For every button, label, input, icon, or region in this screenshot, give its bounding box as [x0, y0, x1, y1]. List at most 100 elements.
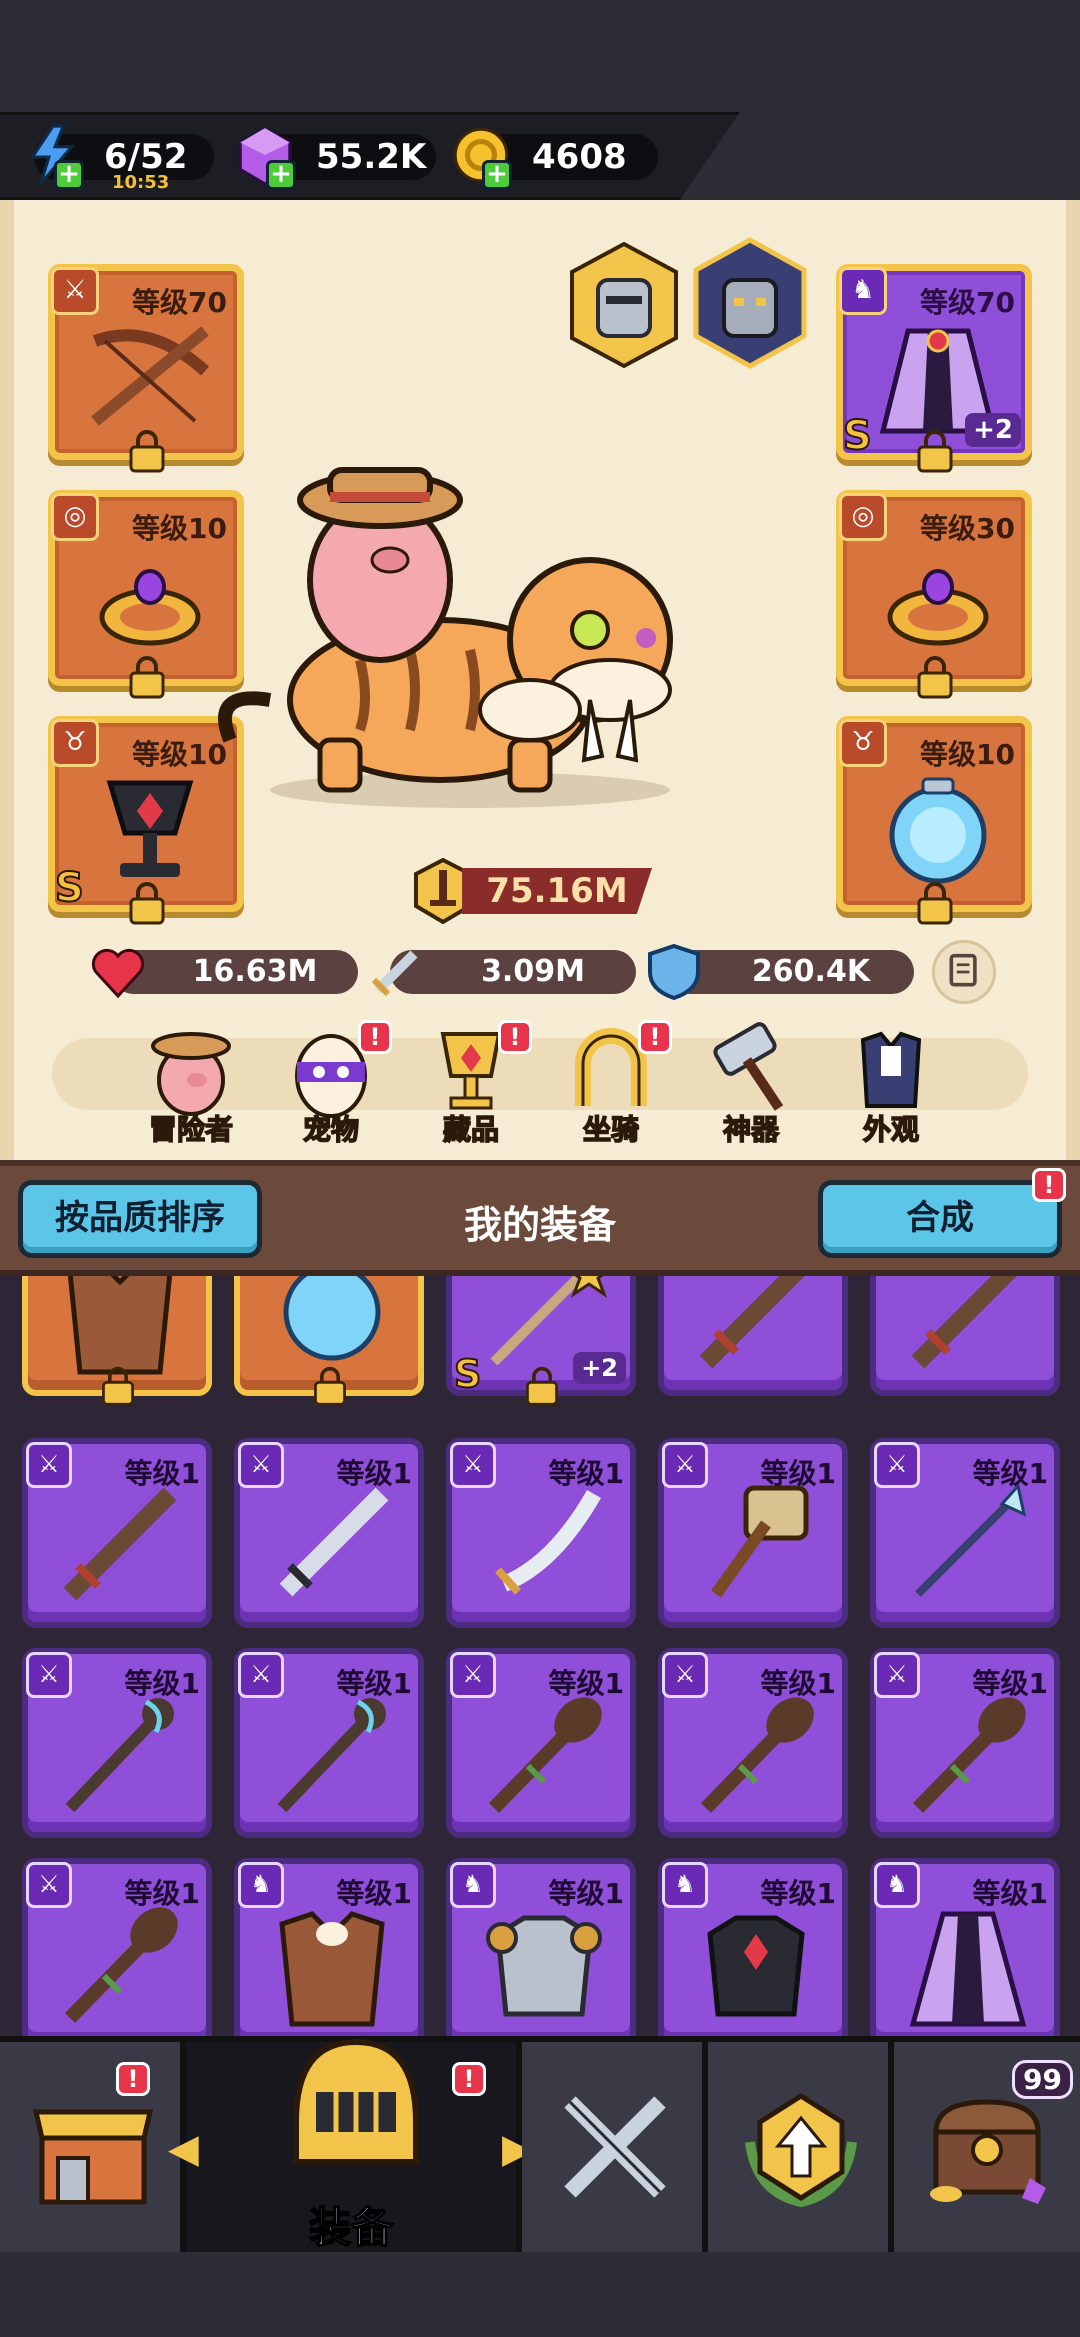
sort-by-quality-button[interactable]: 按品质排序	[18, 1180, 262, 1258]
grade-badge: S	[842, 412, 873, 460]
shield-icon	[648, 943, 700, 1001]
blue-staff-icon	[277, 1698, 386, 1813]
inventory-item[interactable]: ⚔ 等级1	[22, 1438, 212, 1628]
club-icon	[912, 1697, 1026, 1813]
add-gold-icon[interactable]: +	[482, 160, 512, 190]
saber-icon	[495, 1490, 601, 1595]
chest-count-badge: 99	[1012, 2060, 1073, 2099]
inventory-item[interactable]: ⚔ 等级1	[234, 1438, 424, 1628]
club-icon	[64, 1907, 178, 2023]
inventory-item[interactable]: ♞ 等级1	[234, 1858, 424, 2036]
inventory-item[interactable]: ♞ 等级1	[446, 1858, 636, 2036]
tab-label: 神器	[722, 1112, 780, 1147]
brown-armor-icon	[279, 1911, 385, 2027]
sword-type-icon: ⚔	[51, 267, 99, 315]
defense-value: 260.4K	[751, 954, 871, 989]
alert-badge: !	[116, 2062, 150, 2096]
nav-battle[interactable]	[522, 2042, 708, 2252]
inventory-item[interactable]: ♞ 等级1	[658, 1858, 848, 2036]
inventory-item[interactable]: ⚔ 等级1	[658, 1438, 848, 1628]
amulet-type-icon: ♉	[839, 719, 887, 767]
status-bar	[0, 0, 1080, 112]
stat-hp: 16.63M	[91, 948, 358, 999]
resource-bar-slant	[680, 112, 1080, 200]
hammer-icon	[711, 1485, 809, 1598]
inventory-item[interactable]: ⚔ 等级1	[870, 1648, 1060, 1838]
ring-icon	[887, 569, 989, 646]
inventory-item[interactable]	[234, 1276, 424, 1406]
inventory-item[interactable]: ⚔ 等级1	[446, 1648, 636, 1838]
inventory-item[interactable]	[658, 1276, 848, 1396]
grade-badge: S	[54, 864, 85, 912]
blue-orb-icon	[889, 777, 987, 884]
cloak-icon	[909, 1911, 1027, 2027]
hero-on-tiger-mount	[218, 467, 673, 808]
nav-equipment-label: 装备	[308, 2202, 394, 2253]
treasure-chest-icon	[930, 2099, 1046, 2204]
pharaoh-badge-icon[interactable]	[690, 236, 810, 370]
power-value: 75.16M	[462, 868, 652, 914]
grade-badge: S	[453, 1351, 482, 1397]
pig-hero-icon	[151, 1032, 231, 1116]
knight-badge-icon[interactable]	[566, 240, 682, 370]
inventory-item[interactable]: ⚔ 等级1	[658, 1648, 848, 1838]
upgrade-plus-badge: +2	[965, 413, 1021, 447]
nav-equipment[interactable]: ◀ ! ▶ 装备	[168, 2038, 533, 2253]
tab-label: 坐骑	[582, 1112, 640, 1147]
equip-slot-weapon[interactable]: ⚔ 等级70	[48, 264, 244, 473]
alert-badge: !	[638, 1020, 672, 1054]
upgrade-arrow-icon	[745, 2093, 857, 2208]
nav-chest[interactable]: 99	[894, 2042, 1080, 2252]
ring-type-icon: ◎	[839, 493, 887, 541]
crossbow-icon	[91, 326, 210, 426]
combat-power: 75.16M	[412, 858, 656, 924]
gem-counter[interactable]: + 55.2K	[238, 126, 436, 190]
tab-adventurer[interactable]: 冒险者	[136, 1020, 246, 1148]
tab-artifact[interactable]: 神器	[696, 1020, 806, 1148]
equipment-inventory[interactable]: S +2 ⚔ 等级1 ⚔ 等级1 ⚔ 等级1 ⚔ 等级1 ⚔ 等级1 ⚔ 等级1…	[0, 1276, 1080, 2036]
equip-slot-ring-2[interactable]: ◎ 等级30	[836, 490, 1032, 699]
inventory-item[interactable]: ⚔ 等级1	[870, 1438, 1060, 1628]
chalice-icon	[106, 780, 194, 877]
heart-icon	[91, 948, 145, 999]
energy-timer: 10:53	[112, 172, 170, 193]
club-icon	[700, 1697, 814, 1813]
merge-button[interactable]: 合成	[818, 1180, 1062, 1258]
tab-label: 宠物	[302, 1112, 360, 1147]
tab-pet[interactable]: 宠物 !	[276, 1020, 392, 1148]
tab-label: 藏品	[442, 1112, 500, 1147]
add-energy-icon[interactable]: +	[54, 160, 84, 190]
inventory-item[interactable]	[22, 1276, 212, 1406]
nav-shop[interactable]: !	[0, 2042, 186, 2252]
inventory-item[interactable]: ⚔ 等级1	[446, 1438, 636, 1628]
outfit-icon	[860, 1031, 922, 1108]
inventory-item[interactable]: ⚔ 等级1	[22, 1648, 212, 1838]
inventory-item[interactable]: S +2	[446, 1276, 636, 1406]
lock-icon	[129, 656, 165, 699]
inventory-item[interactable]: ⚔ 等级1	[22, 1858, 212, 2036]
lock-icon	[917, 430, 953, 473]
shop-icon	[32, 2109, 154, 2205]
stats-detail-button[interactable]	[932, 940, 996, 1004]
merge-alert-badge: !	[1032, 1168, 1066, 1202]
tab-collection[interactable]: 藏品 !	[416, 1020, 532, 1148]
inventory-item[interactable]	[870, 1276, 1060, 1396]
equip-slot-armor[interactable]: ♞ 等级70 S +2	[836, 264, 1032, 473]
add-gems-icon[interactable]: +	[266, 160, 296, 190]
wooden-sword-icon	[911, 1276, 1017, 1369]
equip-slot-amulet-2[interactable]: ♉ 等级10	[836, 716, 1032, 925]
gold-counter[interactable]: + 4608	[453, 127, 658, 190]
nav-upgrade[interactable]	[708, 2042, 894, 2252]
club-icon	[488, 1697, 602, 1813]
tab-mount[interactable]: 坐骑 !	[556, 1020, 672, 1148]
dark-armor-icon	[707, 1915, 805, 2017]
blue-staff-icon	[65, 1698, 174, 1813]
tab-appearance[interactable]: 外观	[836, 1020, 946, 1148]
alert-badge: !	[498, 1020, 532, 1054]
inventory-item[interactable]: ♞ 等级1	[870, 1858, 1060, 2036]
inventory-item[interactable]: ⚔ 等级1	[234, 1648, 424, 1838]
hp-value: 16.63M	[192, 954, 318, 989]
attack-value: 3.09M	[481, 954, 585, 989]
steel-armor-icon	[486, 1915, 602, 2017]
lock-icon	[917, 882, 953, 925]
